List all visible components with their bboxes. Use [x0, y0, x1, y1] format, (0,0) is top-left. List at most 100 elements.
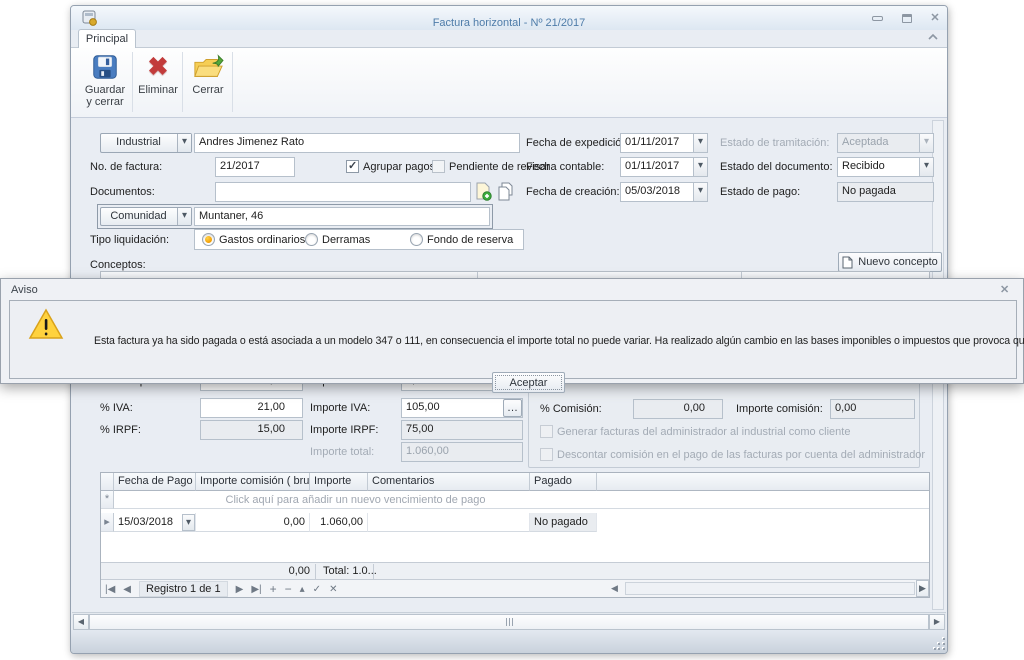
- aviso-dialog: Aviso ✕ Esta factura ya ha sido pagada o…: [0, 278, 1024, 384]
- grid-header-importe[interactable]: Importe: [310, 473, 368, 491]
- nav-endedit-button[interactable]: ✓: [313, 584, 321, 595]
- delete-x-icon: ✖: [148, 52, 169, 82]
- fecha-dropdown-button[interactable]: ▾: [182, 514, 195, 531]
- importe-total-label: Importe total:: [310, 446, 374, 459]
- grid-header-filler: [597, 473, 929, 491]
- focus-outline: [496, 376, 561, 389]
- cell-pagado[interactable]: No pagado: [530, 513, 597, 532]
- nav-edit-button[interactable]: ▴: [300, 584, 305, 595]
- radio-gastos-ordinarios-label[interactable]: Gastos ordinarios: [219, 234, 305, 247]
- nav-first-button[interactable]: |◀: [105, 584, 115, 595]
- chevron-up-icon: [926, 31, 940, 43]
- nav-append-button[interactable]: +: [270, 582, 277, 596]
- cell-importe-comision[interactable]: 0,00: [196, 513, 310, 532]
- new-document-icon: [842, 256, 853, 269]
- nav-delete-button[interactable]: −: [285, 582, 292, 596]
- grid-hscroll-right-button[interactable]: ▶: [916, 580, 929, 597]
- radio-gastos-ordinarios[interactable]: [202, 233, 215, 246]
- comunidad-selector-button[interactable]: Comunidad ▾: [100, 207, 192, 226]
- radio-fondo-reserva-label[interactable]: Fondo de reserva: [427, 234, 513, 247]
- add-document-icon: [474, 182, 492, 201]
- nav-next-button[interactable]: ▶: [236, 584, 244, 595]
- nav-last-button[interactable]: ▶|: [251, 584, 261, 595]
- industrial-selector-label: Industrial: [116, 136, 161, 148]
- agrupar-pagos-label[interactable]: Agrupar pagos: [363, 161, 435, 174]
- cell-comentarios[interactable]: [368, 513, 530, 532]
- grid-header-fecha[interactable]: Fecha de Pago: [114, 473, 196, 491]
- nav-prev-button[interactable]: ◀: [123, 584, 131, 595]
- estado-pago-label: Estado de pago:: [720, 186, 800, 199]
- copy-icon: [497, 182, 513, 201]
- dropdown-arrow-icon: ▾: [177, 134, 191, 152]
- hscroll-left-button[interactable]: ◀: [73, 614, 89, 630]
- grid-header-pagado[interactable]: Pagado: [530, 473, 597, 491]
- save-close-button[interactable]: Guardar y cerrar: [80, 52, 130, 114]
- fecha-creacion-label: Fecha de creación:: [526, 186, 620, 199]
- grid-header-comentarios[interactable]: Comentarios: [368, 473, 530, 491]
- maximize-button[interactable]: [898, 11, 916, 25]
- hscroll-thumb[interactable]: [89, 614, 929, 630]
- documentos-input[interactable]: [215, 182, 471, 202]
- fecha-contable-label: Fecha contable:: [526, 161, 604, 174]
- new-payment-row-hint[interactable]: Click aquí para añadir un nuevo vencimie…: [114, 491, 597, 509]
- scroll-grip-icon: [512, 618, 513, 626]
- close-button[interactable]: Cerrar: [186, 52, 230, 114]
- new-row-filler: [597, 491, 929, 509]
- iva-pct-spinner[interactable]: 21,00: [200, 398, 303, 418]
- resize-grip[interactable]: [934, 638, 946, 650]
- hscroll-right-button[interactable]: ▶: [929, 614, 945, 630]
- fecha-expedicion-combo[interactable]: 01/11/2017: [620, 133, 708, 153]
- scroll-grip-icon: [509, 618, 510, 626]
- grid-header-comision[interactable]: Importe comisión ( bruto ): [196, 473, 310, 491]
- radio-derramas[interactable]: [305, 233, 318, 246]
- comunidad-field[interactable]: Muntaner, 46: [194, 207, 490, 226]
- delete-label: Eliminar: [138, 84, 178, 96]
- tab-principal[interactable]: Principal: [78, 29, 136, 48]
- grid-summary-row: 0,00 Total: 1.0...: [101, 562, 929, 579]
- nuevo-concepto-button[interactable]: Nuevo concepto: [838, 252, 942, 272]
- agrupar-pagos-checkbox[interactable]: [346, 160, 359, 173]
- aviso-message: Esta factura ya ha sido pagada o está as…: [94, 335, 1024, 347]
- comision-pct-label: % Comisión:: [540, 403, 602, 416]
- close-dialog-button[interactable]: ✕: [1000, 283, 1009, 296]
- no-factura-input[interactable]: 21/2017: [215, 157, 295, 177]
- cell-importe[interactable]: 1.060,00: [310, 513, 368, 532]
- summary-separator: [373, 564, 374, 579]
- radio-fondo-reserva[interactable]: [410, 233, 423, 246]
- minimize-icon: [872, 16, 883, 21]
- copy-document-button[interactable]: [497, 182, 515, 202]
- close-window-button[interactable]: ✕: [926, 11, 944, 25]
- window-title: Factura horizontal - Nº 21/2017: [71, 17, 947, 29]
- industrial-selector-button[interactable]: Industrial ▾: [100, 133, 192, 153]
- toolbar-separator: [182, 52, 183, 112]
- grid-hscroll-track[interactable]: [625, 582, 915, 595]
- collapse-ribbon-button[interactable]: [926, 31, 942, 45]
- nav-cancel-button[interactable]: ✕: [329, 584, 337, 595]
- maximize-icon: [902, 14, 912, 23]
- pendiente-revisar-checkbox[interactable]: [432, 160, 445, 173]
- radio-derramas-label[interactable]: Derramas: [322, 234, 370, 247]
- grid-header-indicator: [101, 473, 114, 491]
- iva-pct-label: % IVA:: [100, 402, 133, 415]
- delete-button[interactable]: ✖ Eliminar: [136, 52, 180, 114]
- importe-iva-ellipsis-button[interactable]: …: [503, 399, 522, 417]
- industrial-name-field[interactable]: Andres Jimenez Rato: [194, 133, 520, 153]
- minimize-button[interactable]: [868, 11, 886, 25]
- estado-documento-label: Estado del documento:: [720, 161, 833, 174]
- record-navigator: |◀ ◀ Registro 1 de 1 ▶ ▶| + − ▴ ✓ ✕ ◀ ▶: [101, 579, 929, 597]
- importe-total-field: 1.060,00: [401, 442, 523, 462]
- window-hscrollbar[interactable]: ◀ ▶: [72, 612, 946, 630]
- accept-button[interactable]: Aceptar: [492, 372, 565, 393]
- generar-facturas-checkbox: [540, 425, 553, 438]
- dropdown-arrow-icon: ▾: [177, 208, 191, 225]
- warning-icon: [28, 308, 64, 340]
- window-titlebar[interactable]: Factura horizontal - Nº 21/2017: [71, 6, 947, 30]
- add-document-button[interactable]: [474, 182, 494, 202]
- fecha-contable-combo[interactable]: 01/11/2017: [620, 157, 708, 177]
- importe-irpf-field: 75,00: [401, 420, 523, 440]
- fecha-creacion-combo[interactable]: 05/03/2018: [620, 182, 708, 202]
- estado-documento-combo[interactable]: Recibido: [837, 157, 934, 177]
- descontar-comision-checkbox: [540, 448, 553, 461]
- grid-hscroll-left-button[interactable]: ◀: [611, 583, 618, 594]
- importe-comision-label: Importe comisión:: [736, 403, 823, 416]
